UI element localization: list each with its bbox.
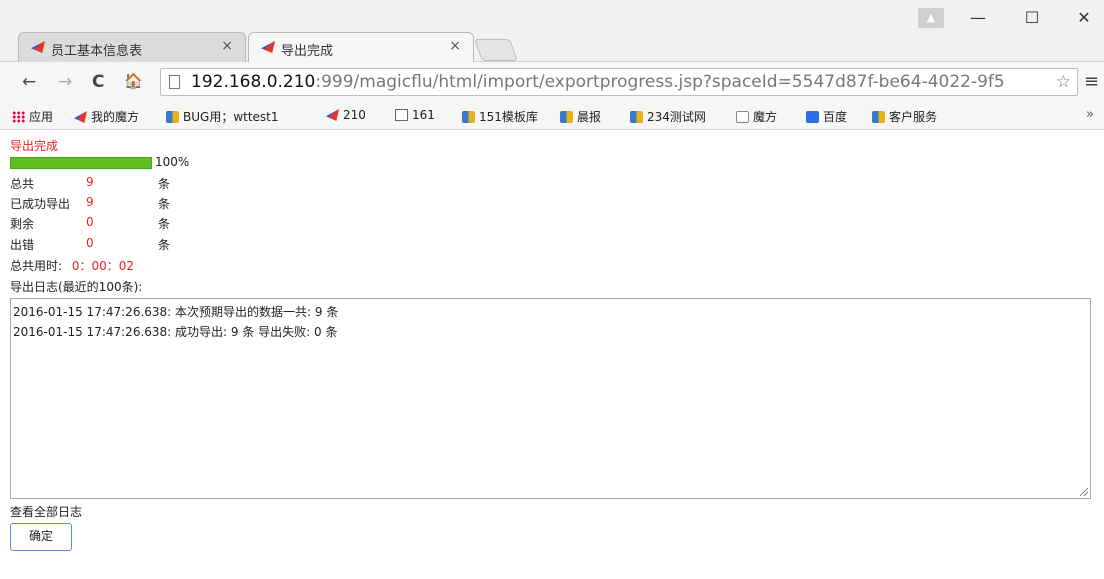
tab-label: 导出完成: [281, 44, 334, 59]
remaining-value: 0: [86, 215, 94, 229]
remaining-unit: 条: [158, 217, 171, 231]
bookmark-161[interactable]: 161: [395, 108, 435, 122]
forward-arrow-icon[interactable]: →: [58, 72, 72, 92]
total-unit: 条: [158, 177, 171, 191]
box-icon: [166, 111, 179, 123]
succeeded-unit: 条: [158, 197, 171, 211]
elapsed-label: 总共用时:: [10, 259, 63, 273]
flag-icon: [74, 111, 87, 123]
bookmarks-more-icon[interactable]: »: [1086, 107, 1094, 122]
tab-label: 员工基本信息表: [51, 44, 143, 59]
close-icon[interactable]: ×: [221, 38, 233, 54]
box-icon: [560, 111, 573, 123]
back-arrow-icon[interactable]: ←: [22, 72, 36, 92]
bookmark-folder-magicflu[interactable]: 魔方: [736, 108, 777, 125]
bookmark-baidu[interactable]: 百度: [806, 108, 847, 125]
confirm-button[interactable]: 确定: [10, 523, 72, 551]
log-line: 2016-01-15 17:47:26.638: 本次预期导出的数据一共: 9 …: [13, 305, 339, 319]
bookmark-label: 151模板库: [479, 110, 538, 124]
box-icon: [462, 111, 475, 123]
bookmark-star-icon[interactable]: ☆: [1056, 72, 1071, 92]
view-all-log-link[interactable]: 查看全部日志: [10, 503, 82, 520]
bookmark-my-magicflu[interactable]: 我的魔方: [74, 108, 139, 125]
total-label: 总共: [10, 177, 35, 191]
url-host: 192.168.0.210: [191, 72, 316, 92]
page-icon: [169, 75, 180, 89]
bookmark-label: 234测试网: [647, 110, 706, 124]
tab-export-complete[interactable]: 导出完成 ×: [248, 32, 474, 62]
succeeded-label: 已成功导出: [10, 197, 71, 211]
bookmark-label: 210: [343, 108, 366, 122]
minimize-button[interactable]: —: [958, 8, 998, 27]
url-text[interactable]: 192.168.0.210:999/magicflu/html/import/e…: [191, 72, 1041, 92]
browser-titlebar: 员工基本信息表 × 导出完成 × ▲ — ☐ ✕: [0, 0, 1104, 62]
errors-value: 0: [86, 236, 94, 250]
bookmark-label: BUG用；wttest1: [183, 110, 279, 124]
bookmark-210[interactable]: 210: [326, 108, 366, 122]
box-icon: [872, 111, 885, 123]
bookmark-label: 晨报: [577, 110, 602, 124]
errors-unit: 条: [158, 238, 171, 252]
bookmark-label: 应用: [29, 110, 54, 124]
bookmark-label: 魔方: [753, 110, 778, 124]
folder-icon: [736, 111, 749, 123]
baidu-icon: [806, 111, 819, 123]
site-flag-icon: [31, 41, 45, 53]
bookmarks-bar: 应用 我的魔方 BUG用；wttest1 210 161 151模板库 晨报 2…: [0, 102, 1104, 130]
maximize-button[interactable]: ☐: [1012, 8, 1052, 27]
new-tab-button[interactable]: [473, 39, 519, 61]
bookmark-label: 客户服务: [889, 110, 938, 124]
tab-employee-info[interactable]: 员工基本信息表 ×: [18, 32, 246, 62]
menu-icon[interactable]: ≡: [1084, 71, 1099, 92]
bookmark-bug[interactable]: BUG用；wttest1: [166, 108, 279, 125]
bookmark-label: 百度: [823, 110, 848, 124]
bookmark-morning-report[interactable]: 晨报: [560, 108, 601, 125]
bookmark-apps[interactable]: 应用: [12, 108, 53, 125]
bookmark-label: 我的魔方: [91, 110, 140, 124]
bookmark-151[interactable]: 151模板库: [462, 108, 538, 125]
site-flag-icon: [261, 41, 275, 53]
reload-icon[interactable]: C: [92, 72, 104, 92]
apps-icon: [12, 111, 25, 123]
succeeded-value: 9: [86, 195, 94, 209]
home-icon[interactable]: 🏠: [124, 72, 143, 90]
browser-toolbar: ← → C 🏠 192.168.0.210:999/magicflu/html/…: [0, 62, 1104, 102]
bookmark-label: 161: [412, 108, 435, 122]
chart-icon: [395, 109, 408, 121]
total-value: 9: [86, 175, 94, 189]
address-bar[interactable]: 192.168.0.210:999/magicflu/html/import/e…: [160, 68, 1078, 96]
progress-percent: 100%: [155, 155, 190, 169]
page-content: 导出完成 100% 总共 9 条 已成功导出 9 条 剩余 0 条 出错 0 条…: [0, 130, 1104, 579]
url-path: :999/magicflu/html/import/exportprogress…: [315, 72, 1005, 92]
close-icon[interactable]: ×: [449, 38, 461, 54]
elapsed-value: 0：00：02: [71, 259, 135, 273]
user-profile-icon[interactable]: ▲: [918, 8, 944, 28]
errors-label: 出错: [10, 238, 35, 252]
box-icon: [630, 111, 643, 123]
bookmark-234[interactable]: 234测试网: [630, 108, 706, 125]
log-line: 2016-01-15 17:47:26.638: 成功导出: 9 条 导出失败:…: [13, 325, 338, 339]
flag-icon: [326, 109, 339, 121]
elapsed-row: 总共用时: 0：00：02: [10, 257, 134, 274]
resize-handle-icon[interactable]: [1080, 488, 1088, 496]
export-log-textarea[interactable]: 2016-01-15 17:47:26.638: 本次预期导出的数据一共: 9 …: [10, 298, 1091, 499]
log-title: 导出日志(最近的100条):: [10, 280, 143, 294]
remaining-label: 剩余: [10, 217, 35, 231]
export-status: 导出完成: [10, 139, 59, 153]
window-close-button[interactable]: ✕: [1064, 8, 1104, 27]
progress-bar: [10, 157, 152, 169]
bookmark-customer-service[interactable]: 客户服务: [872, 108, 937, 125]
